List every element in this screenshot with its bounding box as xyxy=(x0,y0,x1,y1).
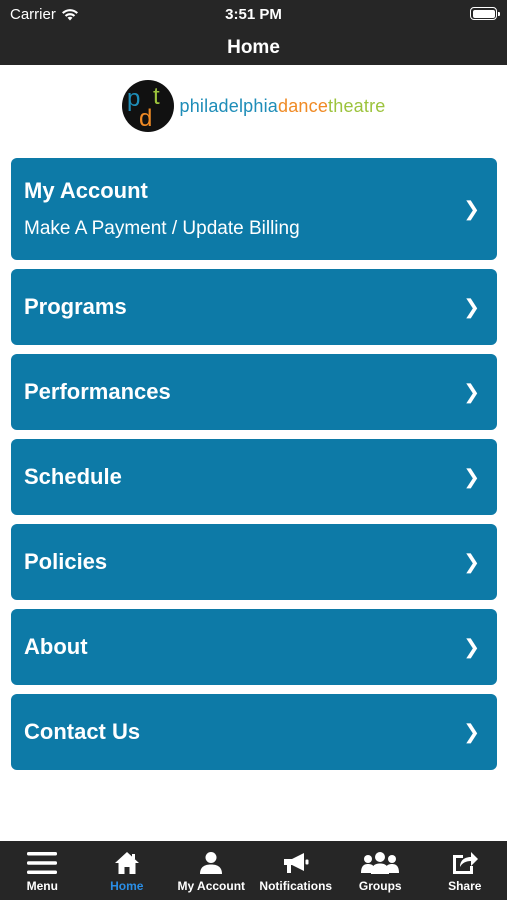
menu-item-performances[interactable]: Performances ❯ xyxy=(11,354,497,430)
menu-item-contact-us[interactable]: Contact Us ❯ xyxy=(11,694,497,770)
menu-item-title: Contact Us xyxy=(24,719,141,744)
menu-item-title: Policies xyxy=(24,549,108,574)
hamburger-icon xyxy=(27,852,58,874)
tab-label: Home xyxy=(110,879,144,893)
chevron-right-icon: ❯ xyxy=(463,721,480,744)
chevron-right-icon: ❯ xyxy=(463,466,480,489)
person-icon xyxy=(200,852,223,874)
tab-menu[interactable]: Menu xyxy=(0,841,85,900)
logo-letter-d: d xyxy=(139,105,152,132)
chevron-right-icon: ❯ xyxy=(463,198,480,221)
logo-word-theatre: theatre xyxy=(328,95,386,116)
chevron-right-icon: ❯ xyxy=(463,636,480,659)
group-icon xyxy=(361,852,400,874)
tab-notifications[interactable]: Notifications xyxy=(254,841,339,900)
menu-item-title: About xyxy=(24,634,88,659)
home-icon xyxy=(114,852,139,874)
logo-letter-t: t xyxy=(153,83,160,110)
battery-icon xyxy=(470,7,500,20)
clock: 3:51 PM xyxy=(225,6,282,23)
tab-label: My Account xyxy=(177,879,246,893)
chevron-right-icon: ❯ xyxy=(463,296,480,319)
menu-item-my-account[interactable]: My Account Make A Payment / Update Billi… xyxy=(11,158,497,260)
main-menu: My Account Make A Payment / Update Billi… xyxy=(11,158,497,779)
tab-label: Notifications xyxy=(259,879,333,893)
status-bar: Carrier 3:51 PM xyxy=(0,0,507,30)
tab-groups[interactable]: Groups xyxy=(338,841,423,900)
menu-item-title: Programs xyxy=(24,294,127,319)
menu-item-policies[interactable]: Policies ❯ xyxy=(11,524,497,600)
menu-item-schedule[interactable]: Schedule ❯ xyxy=(11,439,497,515)
brand-logo: p d t philadelphiadancetheatre xyxy=(0,78,507,134)
chevron-right-icon: ❯ xyxy=(463,551,480,574)
tab-home[interactable]: Home xyxy=(85,841,170,900)
tab-label: Share xyxy=(448,879,482,893)
tab-label: Menu xyxy=(26,879,58,893)
menu-item-title: Performances xyxy=(24,379,171,404)
logo-word-dance: dance xyxy=(277,95,329,116)
pdt-logo-mark: p d t xyxy=(121,80,174,132)
chevron-right-icon: ❯ xyxy=(463,381,480,404)
tab-label: Groups xyxy=(358,879,402,893)
menu-item-title: My Account xyxy=(24,178,148,203)
logo-word-philadelphia: philadelphia xyxy=(179,95,278,116)
menu-item-subtitle: Make A Payment / Update Billing xyxy=(24,218,300,239)
megaphone-icon xyxy=(283,853,309,873)
tab-share[interactable]: Share xyxy=(423,841,507,900)
tab-bar: Menu Home My Account Notifications Group… xyxy=(0,841,507,900)
share-icon xyxy=(452,852,478,874)
logo-wordmark: philadelphiadancetheatre xyxy=(180,96,386,117)
menu-item-title: Schedule xyxy=(24,464,122,489)
menu-item-about[interactable]: About ❯ xyxy=(11,609,497,685)
page-title: Home xyxy=(0,30,507,65)
menu-item-programs[interactable]: Programs ❯ xyxy=(11,269,497,345)
tab-my-account[interactable]: My Account xyxy=(169,841,254,900)
